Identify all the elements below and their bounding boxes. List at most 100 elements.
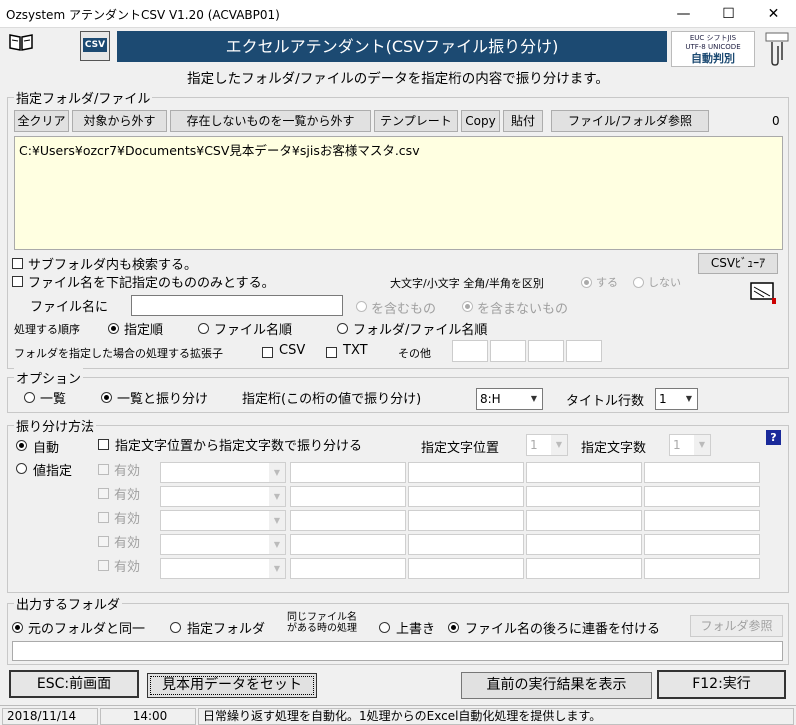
options-legend: オプション (14, 368, 84, 387)
value-input[interactable] (644, 462, 760, 483)
ext-other-input-2[interactable] (490, 340, 526, 362)
file-list[interactable]: C:¥Users¥ozcr7¥Documents¥CSV見本データ¥sjisお客… (14, 136, 783, 250)
sample-data-button[interactable]: 見本用データをセット (147, 673, 317, 698)
ext-csv-checkbox[interactable] (262, 347, 273, 358)
value-input[interactable] (290, 534, 406, 555)
case-no-radio[interactable] (633, 277, 644, 288)
value-column-select[interactable]: ▼ (160, 462, 286, 483)
list-split-radio[interactable] (101, 392, 112, 403)
same-name-line2: がある時の処理 (287, 623, 357, 634)
list-radio[interactable] (24, 392, 35, 403)
same-folder-radio[interactable] (12, 622, 23, 633)
output-folder-input[interactable] (12, 641, 783, 661)
value-input[interactable] (526, 510, 642, 531)
value-radio[interactable] (16, 463, 27, 474)
value-input[interactable] (644, 534, 760, 555)
value-input[interactable] (408, 558, 524, 579)
case-no-label: しない (648, 276, 681, 289)
value-column-select[interactable]: ▼ (160, 534, 286, 555)
enabled-checkbox[interactable] (98, 560, 109, 571)
clip-icon[interactable] (764, 30, 790, 66)
clear-all-button[interactable]: 全クリア (14, 110, 69, 132)
run-button[interactable]: F12:実行 (657, 670, 786, 699)
enabled-label: 有効 (114, 512, 141, 527)
list-split-label: 一覧と振り分け (117, 392, 209, 407)
value-input[interactable] (290, 462, 406, 483)
order-specified-radio[interactable] (108, 323, 119, 334)
count-select[interactable]: 1 ▼ (669, 434, 711, 456)
folder-browse-button[interactable]: フォルダ参照 (690, 615, 783, 637)
ext-other-input-4[interactable] (566, 340, 602, 362)
value-column-select[interactable]: ▼ (160, 510, 286, 531)
enabled-checkbox[interactable] (98, 512, 109, 523)
esc-back-button[interactable]: ESC:前画面 (9, 670, 139, 698)
value-input[interactable] (408, 462, 524, 483)
value-input[interactable] (526, 462, 642, 483)
enabled-checkbox[interactable] (98, 488, 109, 499)
value-input[interactable] (526, 534, 642, 555)
value-input[interactable] (644, 510, 760, 531)
enabled-checkbox[interactable] (98, 464, 109, 475)
by-position-checkbox[interactable] (98, 439, 109, 450)
serial-radio[interactable] (448, 622, 459, 633)
status-time: 14:00 (100, 708, 196, 725)
value-input[interactable] (408, 534, 524, 555)
file-path-item[interactable]: C:¥Users¥ozcr7¥Documents¥CSV見本データ¥sjisお客… (19, 140, 778, 159)
filename-input[interactable] (131, 295, 343, 316)
value-input[interactable] (290, 558, 406, 579)
subfolder-checkbox[interactable] (12, 258, 23, 269)
remove-missing-button[interactable]: 存在しないものを一覧から外す (170, 110, 371, 132)
paste-button[interactable]: 貼付 (503, 110, 543, 132)
value-input[interactable] (290, 486, 406, 507)
specified-folder-label: 指定フォルダ (187, 622, 266, 637)
book-icon[interactable] (8, 32, 34, 52)
exclude-label: を含まないもの (477, 302, 569, 317)
specified-folder-radio[interactable] (170, 622, 181, 633)
value-input[interactable] (644, 558, 760, 579)
last-result-button[interactable]: 直前の実行結果を表示 (461, 672, 652, 699)
value-label: 値指定 (33, 464, 73, 479)
value-input[interactable] (526, 558, 642, 579)
remove-from-target-button[interactable]: 対象から外す (72, 110, 167, 132)
overwrite-radio[interactable] (379, 622, 390, 633)
order-folder-file-radio[interactable] (337, 323, 348, 334)
maximize-button[interactable]: ☐ (706, 0, 751, 28)
copy-button[interactable]: Copy (461, 110, 500, 132)
include-radio[interactable] (356, 301, 367, 312)
ext-txt-label: TXT (343, 343, 368, 358)
digit-label: 指定桁(この桁の値で振り分け) (242, 392, 422, 407)
template-button[interactable]: テンプレート (374, 110, 458, 132)
filename-only-checkbox[interactable] (12, 276, 23, 287)
case-yes-radio[interactable] (581, 277, 592, 288)
value-input[interactable] (644, 486, 760, 507)
banner-title: エクセルアテンダント(CSVファイル振り分け) (117, 31, 667, 62)
title-bar: Ozsystem アテンダントCSV V1.20 (ACVABP01) — ☐ … (0, 0, 796, 28)
same-folder-label: 元のフォルダと同一 (28, 622, 146, 637)
position-select[interactable]: 1 ▼ (526, 434, 568, 456)
count-value: 1 (673, 438, 681, 452)
exclude-radio[interactable] (462, 301, 473, 312)
value-input[interactable] (526, 486, 642, 507)
value-input[interactable] (408, 510, 524, 531)
ext-other-input-1[interactable] (452, 340, 488, 362)
subfolder-label: サブフォルダ内も検索する。 (28, 258, 198, 273)
title-rows-select[interactable]: 1 ▼ (655, 388, 698, 410)
close-button[interactable]: ✕ (751, 0, 796, 28)
order-filename-label: ファイル名順 (214, 323, 293, 338)
title-rows-label: タイトル行数 (566, 394, 645, 409)
value-input[interactable] (290, 510, 406, 531)
csv-viewer-icon[interactable] (748, 279, 780, 307)
enabled-checkbox[interactable] (98, 536, 109, 547)
browse-file-folder-button[interactable]: ファイル/フォルダ参照 (551, 110, 709, 132)
help-icon[interactable]: ? (766, 430, 781, 445)
value-column-select[interactable]: ▼ (160, 486, 286, 507)
auto-radio[interactable] (16, 440, 27, 451)
digit-select[interactable]: 8:H ▼ (476, 388, 543, 410)
value-input[interactable] (408, 486, 524, 507)
ext-other-input-3[interactable] (528, 340, 564, 362)
value-column-select[interactable]: ▼ (160, 558, 286, 579)
order-filename-radio[interactable] (198, 323, 209, 334)
minimize-button[interactable]: — (661, 0, 706, 28)
ext-txt-checkbox[interactable] (326, 347, 337, 358)
csv-viewer-button[interactable]: CSVﾋﾞｭｰｱ (698, 253, 778, 274)
